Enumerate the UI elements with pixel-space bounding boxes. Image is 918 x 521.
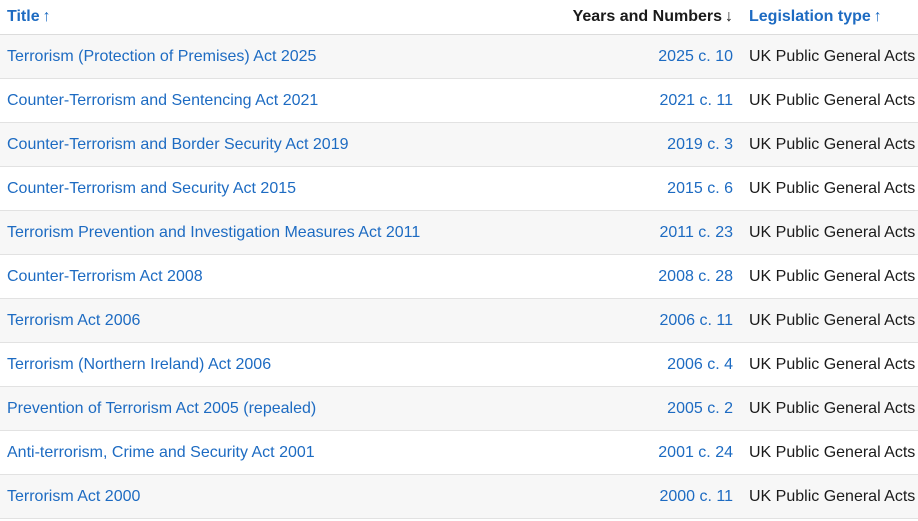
legislation-title-link[interactable]: Counter-Terrorism and Sentencing Act 202…: [7, 92, 318, 109]
title-cell: Counter-Terrorism Act 2008: [0, 268, 555, 286]
legislation-type-text: UK Public General Acts: [749, 443, 916, 461]
sort-by-type-link[interactable]: Legislation type ↑: [749, 8, 882, 25]
table-row: Terrorism (Northern Ireland) Act 2006 200…: [0, 343, 918, 387]
legislation-type-cell: UK Public General Acts: [741, 92, 918, 110]
title-cell: Prevention of Terrorism Act 2005 (repeal…: [0, 400, 555, 418]
year-number-link[interactable]: 2019 c. 3: [667, 136, 733, 153]
column-header-title[interactable]: Title ↑: [0, 8, 555, 26]
legislation-title-link[interactable]: Anti-terrorism, Crime and Security Act 2…: [7, 444, 315, 461]
legislation-title-link[interactable]: Terrorism (Protection of Premises) Act 2…: [7, 48, 316, 65]
legislation-type-text: UK Public General Acts: [749, 267, 916, 285]
year-number-cell: 2006 c. 4: [555, 356, 741, 374]
legislation-title-link[interactable]: Terrorism (Northern Ireland) Act 2006: [7, 356, 271, 373]
year-number-cell: 2021 c. 11: [555, 92, 741, 110]
legislation-type-text: UK Public General Acts: [749, 91, 916, 109]
title-cell: Counter-Terrorism and Security Act 2015: [0, 180, 555, 198]
table-row: Terrorism Act 2000 2000 c. 11 UK Public Ge…: [0, 475, 918, 519]
table-row: Prevention of Terrorism Act 2005 (repeal…: [0, 387, 918, 431]
year-number-link[interactable]: 2001 c. 24: [658, 444, 733, 461]
legislation-type-text: UK Public General Acts: [749, 487, 916, 505]
year-number-cell: 2019 c. 3: [555, 136, 741, 154]
year-number-link[interactable]: 2005 c. 2: [667, 400, 733, 417]
legislation-title-link[interactable]: Counter-Terrorism and Security Act 2015: [7, 180, 296, 197]
legislation-type-cell: UK Public General Acts: [741, 356, 918, 374]
year-number-cell: 2008 c. 28: [555, 268, 741, 286]
legislation-title-link[interactable]: Terrorism Act 2000: [7, 488, 140, 505]
title-cell: Counter-Terrorism and Sentencing Act 202…: [0, 92, 555, 110]
legislation-type-cell: UK Public General Acts: [741, 268, 918, 286]
legislation-type-cell: UK Public General Acts: [741, 312, 918, 330]
legislation-title-link[interactable]: Counter-Terrorism Act 2008: [7, 268, 203, 285]
legislation-table: Title ↑ Years and Numbers ↓ Legislation ty…: [0, 0, 918, 519]
year-number-link[interactable]: 2000 c. 11: [659, 488, 733, 505]
year-number-cell: 2006 c. 11: [555, 312, 741, 330]
title-cell: Terrorism Act 2000: [0, 488, 555, 506]
year-number-cell: 2000 c. 11: [555, 488, 741, 506]
year-number-link[interactable]: 2006 c. 11: [659, 312, 733, 329]
table-row: Terrorism Prevention and Investigation M…: [0, 211, 918, 255]
title-header-label: Title: [7, 8, 40, 25]
sort-by-title-link[interactable]: Title ↑: [7, 8, 51, 25]
legislation-type-text: UK Public General Acts: [749, 311, 916, 329]
table-row: Anti-terrorism, Crime and Security Act 2…: [0, 431, 918, 475]
legislation-title-link[interactable]: Prevention of Terrorism Act 2005 (repeal…: [7, 400, 316, 417]
table-header: Title ↑ Years and Numbers ↓ Legislation ty…: [0, 0, 918, 35]
year-number-cell: 2025 c. 10: [555, 48, 741, 66]
title-cell: Terrorism (Northern Ireland) Act 2006: [0, 356, 555, 374]
year-number-cell: 2011 c. 23: [555, 224, 741, 242]
table-row: Terrorism Act 2006 2006 c. 11 UK Public Ge…: [0, 299, 918, 343]
title-cell: Terrorism Prevention and Investigation M…: [0, 224, 555, 242]
sort-ascending-icon: ↑: [873, 8, 882, 25]
sort-descending-icon: ↓: [725, 8, 733, 25]
year-number-link[interactable]: 2021 c. 11: [659, 92, 733, 109]
legislation-title-link[interactable]: Terrorism Act 2006: [7, 312, 140, 329]
column-header-year[interactable]: Years and Numbers ↓: [555, 8, 741, 26]
legislation-type-cell: UK Public General Acts: [741, 48, 918, 66]
table-row: Counter-Terrorism Act 2008 2008 c. 28 UK P…: [0, 255, 918, 299]
title-cell: Anti-terrorism, Crime and Security Act 2…: [0, 444, 555, 462]
title-cell: Terrorism (Protection of Premises) Act 2…: [0, 48, 555, 66]
legislation-type-cell: UK Public General Acts: [741, 488, 918, 506]
title-cell: Counter-Terrorism and Border Security Ac…: [0, 136, 555, 154]
year-header-label: Years and Numbers: [572, 8, 722, 25]
type-header-label: Legislation type: [749, 8, 871, 25]
sort-by-year-link[interactable]: Years and Numbers ↓: [573, 8, 733, 25]
legislation-type-text: UK Public General Acts: [749, 135, 916, 153]
legislation-type-text: UK Public General Acts: [749, 399, 916, 417]
year-number-link[interactable]: 2008 c. 28: [658, 268, 733, 285]
table-row: Counter-Terrorism and Sentencing Act 202…: [0, 79, 918, 123]
year-number-link[interactable]: 2006 c. 4: [667, 356, 733, 373]
legislation-type-cell: UK Public General Acts: [741, 444, 918, 462]
year-number-cell: 2005 c. 2: [555, 400, 741, 418]
legislation-type-text: UK Public General Acts: [749, 179, 916, 197]
legislation-title-link[interactable]: Counter-Terrorism and Border Security Ac…: [7, 136, 348, 153]
legislation-type-cell: UK Public General Acts: [741, 400, 918, 418]
legislation-type-text: UK Public General Acts: [749, 47, 916, 65]
legislation-type-text: UK Public General Acts: [749, 223, 916, 241]
year-number-cell: 2001 c. 24: [555, 444, 741, 462]
legislation-type-cell: UK Public General Acts: [741, 224, 918, 242]
year-number-link[interactable]: 2015 c. 6: [667, 180, 733, 197]
year-number-link[interactable]: 2011 c. 23: [659, 224, 733, 241]
title-cell: Terrorism Act 2006: [0, 312, 555, 330]
table-row: Terrorism (Protection of Premises) Act 2…: [0, 35, 918, 79]
legislation-type-cell: UK Public General Acts: [741, 136, 918, 154]
table-row: Counter-Terrorism and Security Act 2015 2…: [0, 167, 918, 211]
year-number-link[interactable]: 2025 c. 10: [658, 48, 733, 65]
legislation-type-text: UK Public General Acts: [749, 355, 916, 373]
sort-ascending-icon: ↑: [42, 8, 51, 25]
year-number-cell: 2015 c. 6: [555, 180, 741, 198]
table-body: Terrorism (Protection of Premises) Act 2…: [0, 35, 918, 519]
table-row: Counter-Terrorism and Border Security Ac…: [0, 123, 918, 167]
column-header-type[interactable]: Legislation type ↑: [741, 8, 918, 26]
legislation-title-link[interactable]: Terrorism Prevention and Investigation M…: [7, 224, 420, 241]
legislation-type-cell: UK Public General Acts: [741, 180, 918, 198]
